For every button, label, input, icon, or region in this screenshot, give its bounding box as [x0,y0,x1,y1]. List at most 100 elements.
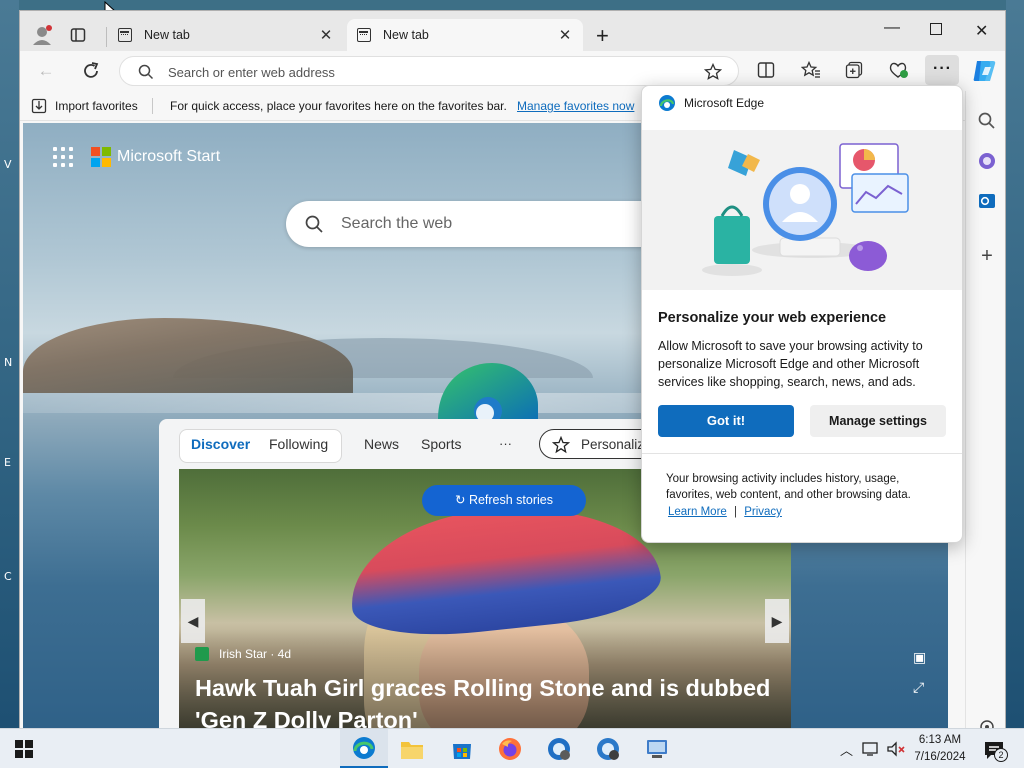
sidebar-copilot-apps-icon[interactable] [977,151,997,171]
taskbar-edge-active[interactable] [340,729,388,768]
system-clock[interactable]: 6:13 AM 7/16/2024 [912,732,968,766]
tab-title: New tab [144,28,190,42]
learn-more-link[interactable]: Learn More [668,506,727,518]
browser-essentials-icon[interactable] [889,61,909,79]
privacy-link[interactable]: Privacy [744,506,782,518]
app-launcher-icon[interactable] [53,147,73,167]
personalize-popover: Microsoft Edge Personalize your web expe… [641,85,963,543]
microsoft-store-icon[interactable] [450,737,474,761]
edge-sidebar: + [965,91,1005,739]
refresh-icon: ↻ [454,493,469,507]
expand-background-icon[interactable]: ⤢ [913,679,924,696]
more-dots-icon: ··· [933,60,952,77]
popover-illustration [642,130,962,290]
tab-sports[interactable]: Sports [421,436,461,452]
irish-star-logo-icon [195,647,209,661]
feed-more-button[interactable]: ··· [499,436,512,451]
new-tab-page-icon [357,28,371,42]
previous-story-arrow-icon[interactable]: ◀ [181,599,205,643]
notification-count-badge: 2 [994,748,1008,762]
desktop-background-right [1006,0,1024,740]
personalize-icon [552,436,570,454]
copilot-icon[interactable] [971,58,997,84]
edge-taskbar-icon [353,737,375,759]
popover-divider [642,453,962,454]
address-placeholder: Search or enter web address [168,65,335,80]
tab-following[interactable]: Following [269,436,328,452]
personalization-illustration-icon [702,143,909,276]
collections-icon[interactable] [845,61,863,79]
link-separator: | [734,506,738,518]
windows-taskbar: ︿ 6:13 AM 7/16/2024 2 [0,728,1024,768]
edge-logo-icon [438,363,538,421]
refresh-stories-label: Refresh stories [468,493,553,507]
show-hidden-icons-chevron-icon[interactable]: ︿ [840,740,853,759]
volume-muted-icon[interactable] [886,741,906,757]
clock-date: 7/16/2024 [914,751,966,763]
tab-new-tab-1[interactable]: New tab ✕ [108,19,344,51]
back-arrow-icon[interactable]: ← [34,59,58,83]
desktop-icon-label: V [4,158,12,171]
background-info-icon[interactable]: ▣ [913,649,926,666]
network-status-icon[interactable] [862,741,880,757]
popover-body: Allow Microsoft to save your browsing ac… [658,339,923,389]
maximize-icon[interactable] [930,23,942,35]
favorites-hint: For quick access, place your favorites h… [170,99,507,113]
next-story-arrow-icon[interactable]: ▶ [765,599,789,643]
add-favorite-star-icon[interactable] [704,63,722,81]
tab-actions-icon[interactable] [70,27,86,43]
refresh-icon[interactable] [79,59,103,83]
popover-brand: Microsoft Edge [684,96,765,110]
outlook-icon[interactable] [977,191,997,211]
personalize-label: Personaliz [581,437,645,452]
refresh-stories-button[interactable]: ↻ Refresh stories [422,485,586,516]
add-sidebar-app-icon[interactable]: + [977,246,997,266]
microsoft-logo-icon [91,147,111,167]
desktop-icon-label: C [4,570,12,583]
microsoft-start-header: Microsoft Start [53,147,220,167]
settings-and-more-button[interactable]: ··· [925,55,959,85]
story-headline[interactable]: Hawk Tuah Girl graces Rolling Stone and … [195,672,785,736]
split-screen-icon[interactable] [757,61,775,79]
new-tab-page-icon [118,28,132,42]
edge-logo-icon [659,95,675,111]
popover-header: Microsoft Edge [642,86,962,130]
microsoft-start-brand[interactable]: Microsoft Start [117,148,220,166]
got-it-button[interactable]: Got it! [658,405,794,437]
windows-start-icon[interactable] [15,740,33,758]
file-explorer-icon[interactable] [400,738,424,760]
close-window-icon[interactable]: ✕ [975,21,988,41]
tab-new-tab-2[interactable]: New tab ✕ [347,19,583,51]
edge-dev-icon[interactable] [596,737,620,761]
tab-title: New tab [383,28,429,42]
close-tab-icon[interactable]: ✕ [557,26,573,44]
address-bar[interactable]: Search or enter web address [119,56,739,86]
story-source-label: Irish Star · 4d [219,647,292,661]
desktop-icon-label: E [4,456,11,469]
sidebar-search-icon[interactable] [977,111,997,131]
manage-settings-button[interactable]: Manage settings [810,405,946,437]
edge-beta-icon[interactable] [547,737,571,761]
desktop-background-left: V N E C [0,0,19,740]
popover-footer-text: Your browsing activity includes history,… [666,473,911,501]
web-search-placeholder: Search the web [341,215,453,232]
popover-title: Personalize your web experience [658,310,887,326]
search-icon [305,215,323,233]
import-favorites-button[interactable]: Import favorites [55,99,138,113]
network-app-icon[interactable] [645,737,669,761]
clock-time: 6:13 AM [918,734,962,746]
favorites-icon[interactable] [801,61,821,79]
close-tab-icon[interactable]: ✕ [318,26,334,44]
tab-discover[interactable]: Discover [191,436,250,452]
title-bar: New tab ✕ New tab ✕ + — ✕ [20,11,1005,51]
manage-favorites-link[interactable]: Manage favorites now [517,99,634,113]
search-icon [138,64,154,80]
profile-avatar-icon[interactable] [31,24,53,46]
desktop-icon-label: N [4,356,13,369]
new-tab-plus-icon[interactable]: + [596,23,609,49]
minimize-icon[interactable]: — [884,19,900,37]
firefox-icon[interactable] [498,737,522,761]
background-hill-left [23,318,353,393]
tab-separator [106,27,107,47]
tab-news[interactable]: News [364,436,399,452]
